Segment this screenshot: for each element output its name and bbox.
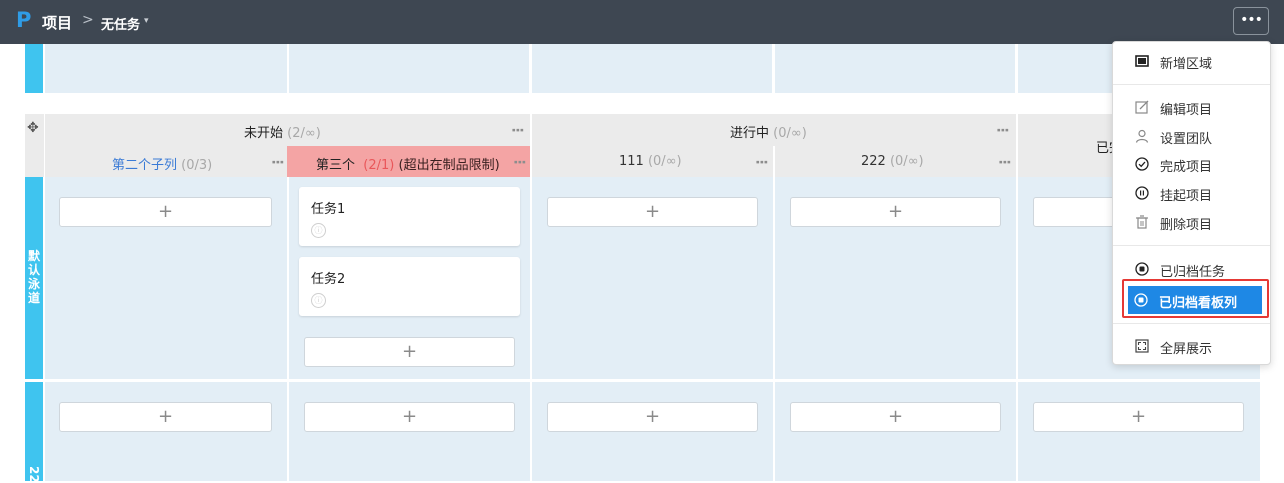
header-corner: ✥ xyxy=(25,114,44,177)
more-options-button[interactable]: ••• xyxy=(1233,7,1269,35)
drag-handle-icon[interactable]: ✥ xyxy=(27,120,39,136)
group-title: 未开始 (2/∞) xyxy=(244,126,321,141)
swimlane-bar[interactable]: 默认泳道 xyxy=(25,177,43,379)
menu-item-delete-project[interactable]: 删除项目 xyxy=(1113,208,1270,236)
lane-cell: + xyxy=(1018,382,1260,481)
subcolumn-title: 222 (0/∞) xyxy=(861,154,924,169)
pause-circle-icon xyxy=(1135,186,1149,200)
edit-icon xyxy=(1135,100,1149,114)
lane-cell: + xyxy=(289,382,530,481)
add-task-button[interactable]: + xyxy=(547,197,758,227)
add-task-button[interactable]: + xyxy=(1033,402,1244,432)
task-title: 任务1 xyxy=(311,202,346,217)
breadcrumb-separator: > xyxy=(82,12,94,28)
group-header-notstarted: 未开始 (2/∞) ⋮ xyxy=(45,114,530,146)
add-task-button[interactable]: + xyxy=(790,402,1001,432)
subcolumn-title: 第三个 (2/1) (超出在制品限制) xyxy=(316,158,500,173)
info-icon: ⓘ xyxy=(311,223,326,238)
column-menu-icon[interactable]: ⋮ xyxy=(269,155,285,166)
lane-cell xyxy=(289,44,529,93)
lane-cell: + xyxy=(45,382,287,481)
subcolumn-title: 第二个子列 (0/3) xyxy=(112,158,213,173)
archive-icon xyxy=(1135,262,1149,276)
view-selector[interactable]: 无任务 xyxy=(101,14,140,33)
group-header-inprogress: 进行中 (0/∞) ⋮ xyxy=(532,114,1016,146)
lane-cell: + xyxy=(775,177,1016,379)
fullscreen-icon xyxy=(1135,339,1149,353)
column-menu-icon[interactable]: ⋮ xyxy=(511,155,527,166)
task-card[interactable]: 任务1 ⓘ xyxy=(299,187,520,246)
lane-cell: + xyxy=(532,382,773,481)
subcolumn-header-overlimit: 第三个 (2/1) (超出在制品限制) ⋮ xyxy=(287,146,530,177)
column-menu-icon[interactable]: ⋮ xyxy=(996,155,1012,166)
add-task-button[interactable]: + xyxy=(59,402,272,432)
swimlane-bar[interactable]: 22 xyxy=(25,382,43,483)
chevron-down-icon[interactable]: ▾ xyxy=(144,16,149,26)
lane-cell xyxy=(45,44,287,93)
task-card[interactable]: 任务2 ⓘ xyxy=(299,257,520,316)
menu-item-set-team[interactable]: 设置团队 xyxy=(1113,122,1270,150)
column-menu-icon[interactable]: ⋮ xyxy=(994,123,1010,134)
menu-divider xyxy=(1113,84,1270,85)
lane-cell: + xyxy=(45,177,287,379)
trash-icon xyxy=(1136,215,1148,229)
menu-item-complete-project[interactable]: 完成项目 xyxy=(1113,150,1270,178)
subcolumn-header: 第二个子列 (0/3) ⋮ xyxy=(45,146,287,177)
add-task-button[interactable]: + xyxy=(790,197,1001,227)
top-bar: P 项目 > 无任务 ▾ ••• xyxy=(0,0,1284,44)
subcolumn-header: 111 (0/∞) ⋮ xyxy=(532,146,773,177)
lane-cell: + xyxy=(532,177,773,379)
subcolumn-header: 222 (0/∞) ⋮ xyxy=(775,146,1016,177)
project-label[interactable]: 项目 xyxy=(42,12,72,33)
swimlane-title: 22 xyxy=(27,466,41,483)
swimlane-bar-top xyxy=(25,44,43,93)
add-task-button[interactable]: + xyxy=(59,197,272,227)
app-logo[interactable]: P xyxy=(16,8,31,32)
menu-divider xyxy=(1113,245,1270,246)
swimlane-title: 默认泳道 xyxy=(27,249,40,305)
lane-cell xyxy=(532,44,772,93)
kanban-board: ✥ 未开始 (2/∞) ⋮ 进行中 (0/∞) ⋮ 已完 第二个子列 (0/3)… xyxy=(13,44,1284,483)
column-menu-icon[interactable]: ⋮ xyxy=(509,123,525,134)
menu-item-add-area[interactable]: 新增区域 xyxy=(1113,47,1270,75)
task-title: 任务2 xyxy=(311,272,346,287)
lane-cell xyxy=(775,44,1015,93)
lane-cell: 任务1 ⓘ 任务2 ⓘ + xyxy=(289,177,530,379)
highlight-box xyxy=(1122,279,1269,318)
info-icon: ⓘ xyxy=(311,293,326,308)
add-task-button[interactable]: + xyxy=(304,337,515,367)
area-icon xyxy=(1135,55,1149,67)
column-menu-icon[interactable]: ⋮ xyxy=(753,155,769,166)
add-task-button[interactable]: + xyxy=(547,402,758,432)
user-icon xyxy=(1135,129,1149,143)
add-task-button[interactable]: + xyxy=(304,402,515,432)
menu-divider xyxy=(1113,323,1270,324)
check-circle-icon xyxy=(1135,157,1149,171)
menu-item-suspend-project[interactable]: 挂起项目 xyxy=(1113,179,1270,207)
menu-item-edit-project[interactable]: 编辑项目 xyxy=(1113,93,1270,121)
subcolumn-title: 111 (0/∞) xyxy=(619,154,682,169)
menu-item-fullscreen[interactable]: 全屏展示 xyxy=(1113,332,1270,360)
lane-cell: + xyxy=(775,382,1016,481)
group-title: 进行中 (0/∞) xyxy=(730,126,807,141)
